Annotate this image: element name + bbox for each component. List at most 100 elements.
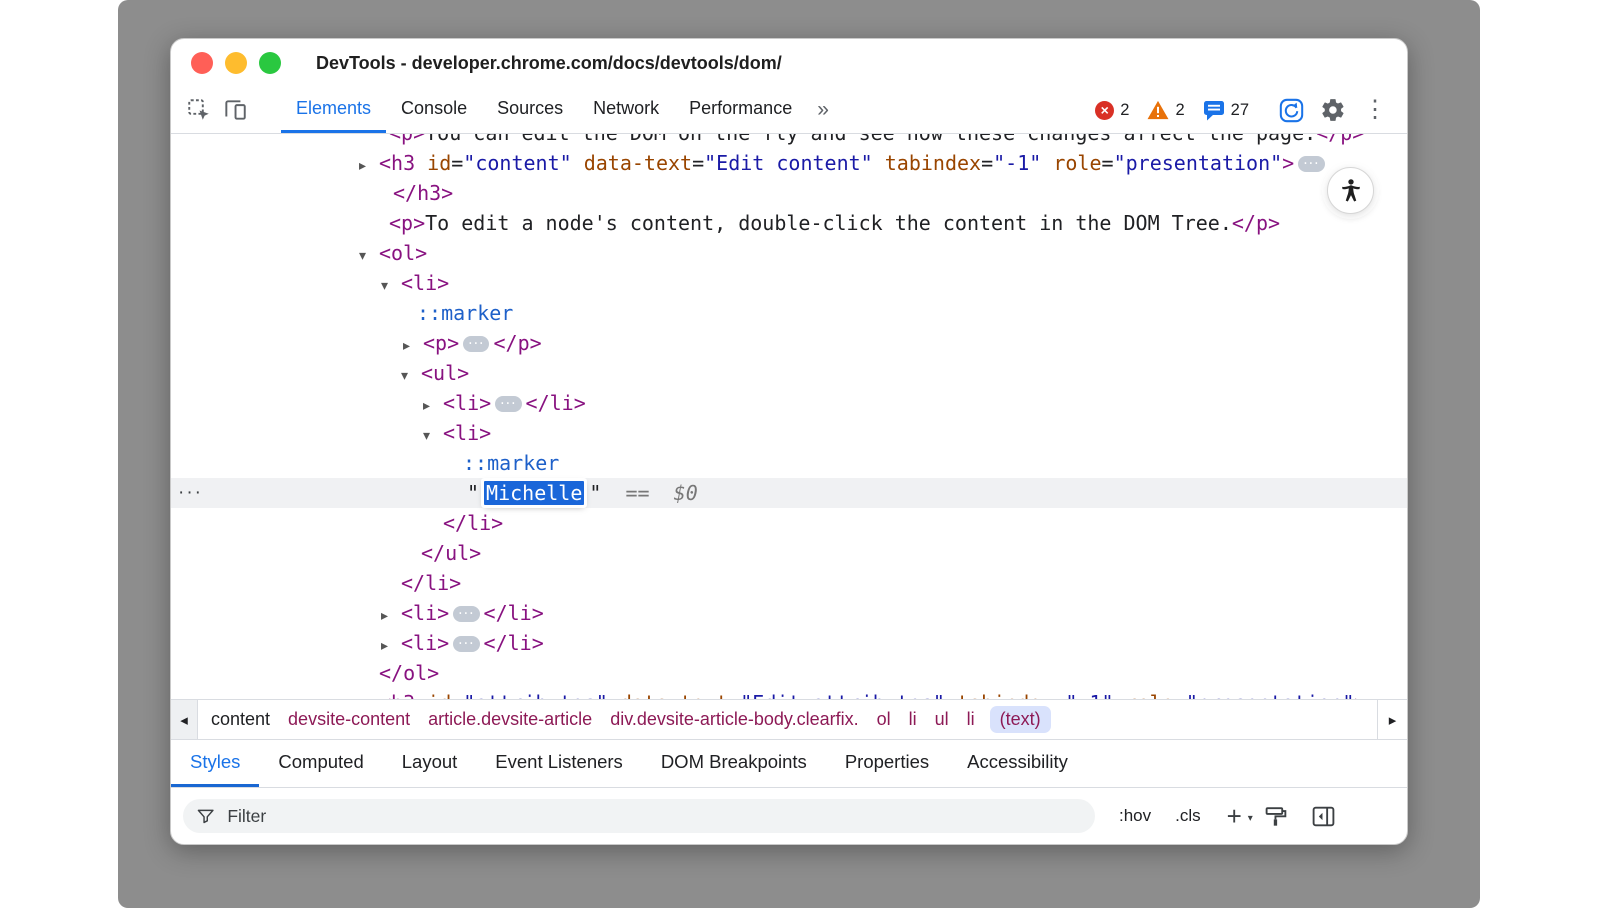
dom-tree-row[interactable]: </h3> [171, 178, 1407, 208]
expand-arrow-icon[interactable]: ▸ [381, 601, 401, 631]
dom-tree-row[interactable]: ▸<h3 id="content" data-text="Edit conten… [171, 148, 1407, 178]
panel-tab-accessibility[interactable]: Accessibility [948, 740, 1087, 787]
collapse-arrow-icon[interactable]: ▾ [381, 271, 401, 301]
dom-tree-row[interactable]: </li> [171, 508, 1407, 538]
panel-tab-properties[interactable]: Properties [826, 740, 948, 787]
errors-badge[interactable]: × 2 [1095, 101, 1129, 120]
panel-tab-dom-breakpoints[interactable]: DOM Breakpoints [642, 740, 826, 787]
breadcrumb-item[interactable]: div.devsite-article-body.clearfix. [610, 709, 858, 730]
dom-tree-row[interactable]: ::marker [171, 448, 1407, 478]
dom-tree-row[interactable]: ▾<ol> [171, 238, 1407, 268]
expand-arrow-icon[interactable]: ▸ [359, 151, 379, 181]
traffic-lights [191, 52, 281, 74]
breadcrumb-item[interactable]: li [909, 709, 917, 730]
dom-tree-row[interactable]: ▸<li>···</li> [171, 628, 1407, 658]
panel-tab-styles[interactable]: Styles [171, 740, 259, 787]
dom-tree-row[interactable]: ▸<li>···</li> [171, 598, 1407, 628]
breadcrumb-item[interactable]: article.devsite-article [428, 709, 592, 730]
minimize-window-button[interactable] [225, 52, 247, 74]
code-token-tag: <li> [443, 421, 491, 445]
code-token-attr: id [415, 151, 451, 175]
more-tabs-button[interactable]: » [817, 98, 829, 122]
accessibility-overlay-button[interactable] [1327, 167, 1374, 214]
inline-expand-button[interactable]: ··· [463, 336, 489, 352]
close-window-button[interactable] [191, 52, 213, 74]
inspect-element-button[interactable] [181, 92, 217, 128]
inline-expand-button[interactable]: ··· [453, 636, 479, 652]
code-token-tag: </h3> [393, 181, 453, 205]
plus-icon: + [1227, 801, 1242, 831]
panel-tab-computed[interactable]: Computed [259, 740, 382, 787]
code-token-tag: </ul> [421, 541, 481, 565]
dom-tree-row[interactable]: ▾<li> [171, 268, 1407, 298]
dom-tree-row[interactable]: </ol> [171, 658, 1407, 688]
styles-filter-input[interactable] [225, 805, 1082, 828]
toggle-element-state-button[interactable]: :hov [1119, 806, 1151, 826]
dom-tree-row[interactable]: ▸<li>···</li> [171, 388, 1407, 418]
code-token-tag: <p> [389, 134, 425, 145]
warnings-badge[interactable]: 2 [1147, 100, 1184, 120]
settings-gear-button[interactable] [1315, 92, 1351, 128]
inline-expand-button[interactable]: ··· [495, 396, 521, 412]
device-toolbar-button[interactable] [217, 92, 253, 128]
chevron-down-icon: ▾ [1248, 809, 1253, 829]
collapse-arrow-icon[interactable]: ▾ [359, 241, 379, 271]
new-style-rule-button[interactable]: +▾ [1227, 806, 1242, 826]
kebab-menu-button[interactable]: ⋮ [1357, 92, 1393, 128]
dom-tree-row[interactable]: ▾<li> [171, 418, 1407, 448]
code-token-tag: </li> [526, 391, 586, 415]
code-token-tag: <p> [423, 331, 459, 355]
collapse-arrow-icon[interactable]: ▾ [423, 421, 443, 451]
tab-sources[interactable]: Sources [482, 87, 578, 133]
dom-tree-row[interactable]: ▾<ul> [171, 358, 1407, 388]
code-token-tag: > [1282, 151, 1294, 175]
dom-tree-row[interactable]: ::marker [171, 298, 1407, 328]
breadcrumb-forward-button[interactable]: ▸ [1377, 700, 1407, 739]
tab-performance[interactable]: Performance [674, 87, 807, 133]
panel-tab-layout[interactable]: Layout [383, 740, 477, 787]
expand-arrow-icon[interactable]: ▸ [423, 391, 443, 421]
text-node-edit-box[interactable]: Michelle [484, 481, 584, 505]
inline-expand-button[interactable]: ··· [1298, 156, 1324, 172]
panel-tab-event-listeners[interactable]: Event Listeners [476, 740, 642, 787]
expand-arrow-icon[interactable]: ▸ [403, 331, 423, 361]
tab-elements[interactable]: Elements [281, 87, 386, 133]
breadcrumb-back-button[interactable]: ◂ [171, 700, 198, 739]
dom-tree-row[interactable]: <p>You can edit the DOM on the fly and s… [171, 134, 1407, 148]
breadcrumb-item[interactable]: ol [877, 709, 891, 730]
issues-badge[interactable]: 27 [1203, 100, 1249, 121]
screen-paint-button[interactable] [1264, 804, 1289, 829]
breadcrumb-item[interactable]: content [211, 709, 270, 730]
dom-tree-row[interactable]: </ul> [171, 538, 1407, 568]
window-title: DevTools - developer.chrome.com/docs/dev… [316, 53, 782, 74]
dom-tree-row[interactable]: ···"Michelle" == $0 [171, 478, 1407, 508]
breadcrumb-item[interactable]: (text) [990, 706, 1051, 733]
inline-expand-button[interactable]: ··· [453, 606, 479, 622]
code-token-tag: <h3 [379, 151, 415, 175]
dom-tree: <p>You can edit the DOM on the fly and s… [171, 134, 1407, 699]
code-token-val: "presentation" [1186, 691, 1355, 699]
dom-tree-row[interactable]: ▸<h3 id="attributes" data-text="Edit att… [171, 688, 1407, 699]
breadcrumb-item[interactable]: ul [935, 709, 949, 730]
tab-network[interactable]: Network [578, 87, 674, 133]
device-toolbar-icon [222, 97, 248, 123]
code-token-eqp: = [1053, 691, 1065, 699]
panel-toggle-button[interactable] [1311, 804, 1336, 829]
sync-button[interactable] [1273, 92, 1309, 128]
breadcrumb-bar: ◂ content devsite-content article.devsite-… [171, 699, 1407, 739]
maximize-window-button[interactable] [259, 52, 281, 74]
tab-console[interactable]: Console [386, 87, 482, 133]
breadcrumb-item[interactable]: li [967, 709, 975, 730]
dom-tree-row[interactable]: </li> [171, 568, 1407, 598]
dom-tree-row[interactable]: <p>To edit a node's content, double-clic… [171, 208, 1407, 238]
sync-refresh-icon [1278, 97, 1305, 124]
element-classes-button[interactable]: .cls [1175, 806, 1201, 826]
expand-arrow-icon[interactable]: ▸ [381, 631, 401, 661]
warnings-count: 2 [1175, 101, 1184, 120]
collapse-arrow-icon[interactable]: ▾ [401, 361, 421, 391]
breadcrumb-item[interactable]: devsite-content [288, 709, 410, 730]
code-token-eqp: = [451, 151, 463, 175]
expand-arrow-icon[interactable]: ▸ [359, 691, 379, 699]
row-overflow-dots-icon: ··· [178, 478, 203, 508]
dom-tree-row[interactable]: ▸<p>···</p> [171, 328, 1407, 358]
